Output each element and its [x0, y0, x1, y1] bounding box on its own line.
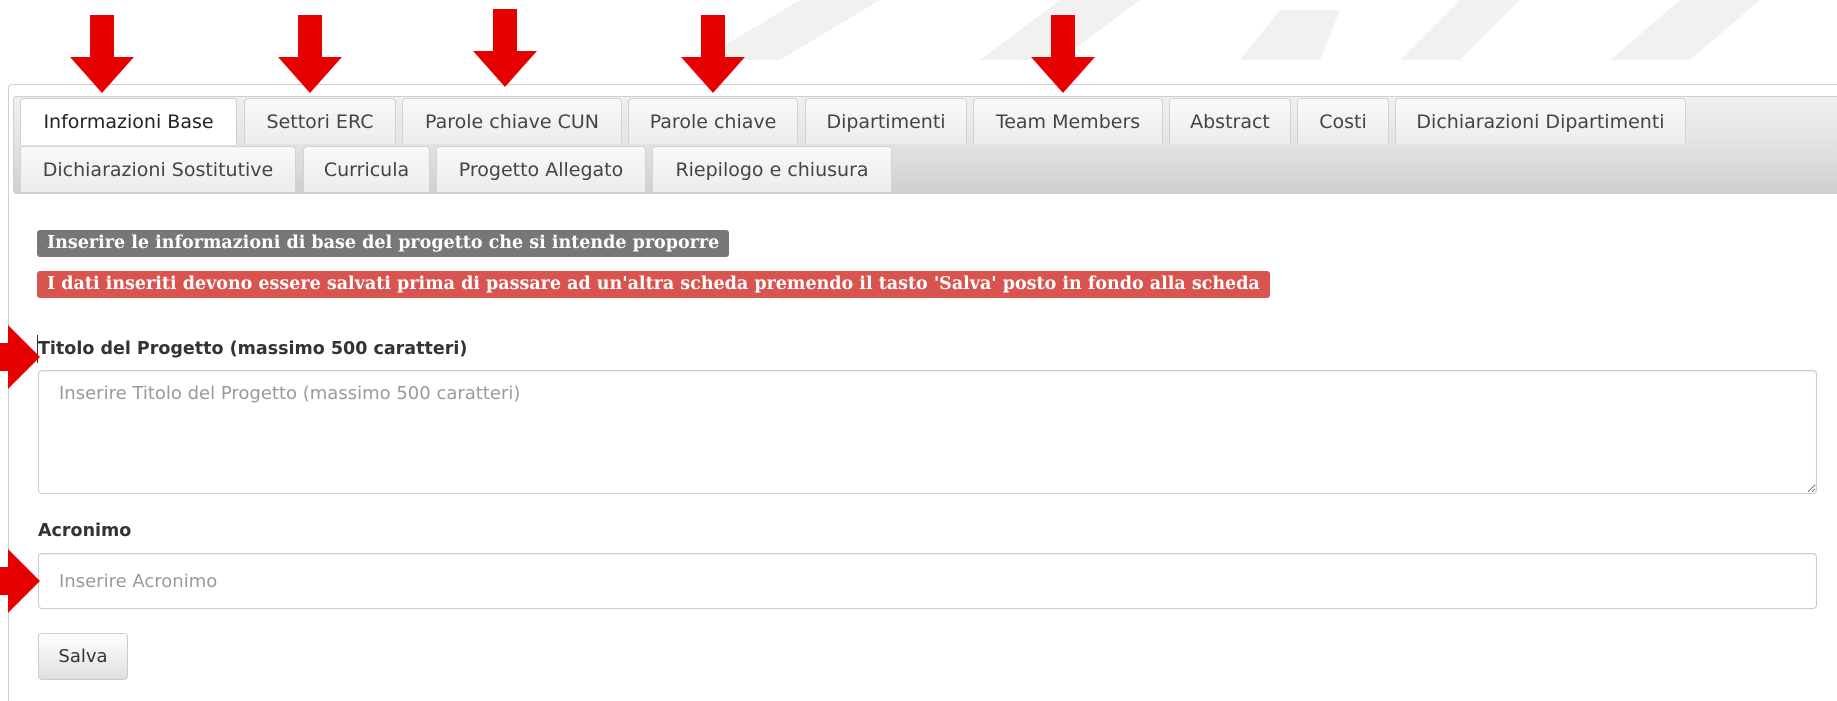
tab-progetto-allegato[interactable]: Progetto Allegato	[436, 146, 646, 192]
save-warning-notice: I dati inseriti devono essere salvati pr…	[37, 271, 1270, 298]
title-field-label: Titolo del Progetto (massimo 500 caratte…	[38, 339, 468, 359]
tab-abstract[interactable]: Abstract	[1169, 98, 1291, 144]
save-button[interactable]: Salva	[38, 633, 128, 680]
tab-dichiarazioni-dipartimenti[interactable]: Dichiarazioni Dipartimenti	[1395, 98, 1686, 144]
red-arrow-down-icon	[70, 15, 134, 93]
page: Informazioni Base Settori ERC Parole chi…	[0, 0, 1837, 701]
tab-dichiarazioni-sostitutive[interactable]: Dichiarazioni Sostitutive	[20, 146, 296, 192]
title-textarea[interactable]	[38, 370, 1817, 494]
tab-riepilogo-e-chiusura[interactable]: Riepilogo e chiusura	[652, 146, 892, 192]
red-arrow-right-icon	[0, 325, 40, 389]
info-notice: Inserire le informazioni di base del pro…	[37, 230, 730, 257]
red-arrow-down-icon	[1031, 15, 1095, 93]
tab-parole-chiave-cun[interactable]: Parole chiave CUN	[402, 98, 622, 144]
tab-curricula[interactable]: Curricula	[303, 146, 430, 192]
acronym-field-label: Acronimo	[38, 521, 132, 541]
tab-team-members[interactable]: Team Members	[973, 98, 1163, 144]
watermark-logo	[700, 0, 1760, 60]
acronym-input[interactable]	[38, 553, 1817, 609]
red-arrow-down-icon	[473, 9, 537, 87]
tab-settori-erc[interactable]: Settori ERC	[244, 98, 396, 144]
red-arrow-down-icon	[278, 15, 342, 93]
tab-costi[interactable]: Costi	[1297, 98, 1389, 144]
tab-dipartimenti[interactable]: Dipartimenti	[805, 98, 967, 144]
tab-informazioni-base[interactable]: Informazioni Base	[20, 98, 237, 145]
tab-parole-chiave[interactable]: Parole chiave	[628, 98, 798, 144]
red-arrow-right-icon	[0, 549, 40, 613]
red-arrow-down-icon	[681, 15, 745, 93]
